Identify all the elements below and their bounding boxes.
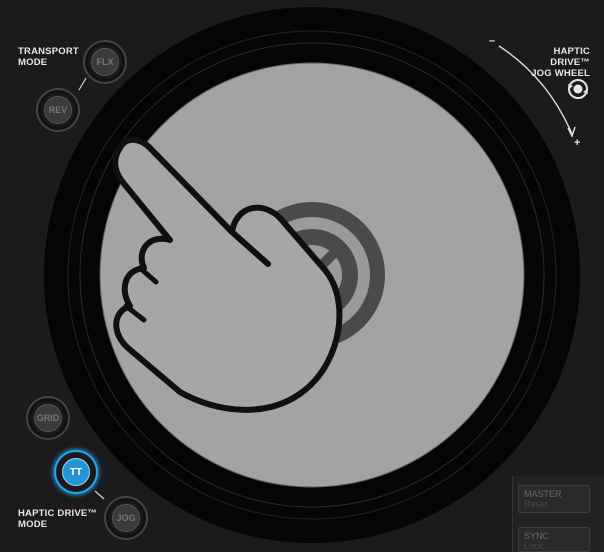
tt-label: TT (62, 458, 90, 486)
transport-label-line2: MODE (18, 57, 48, 68)
transport-label-line1: TRANSPORT (18, 46, 79, 57)
haptic-mode-label-line2: MODE (18, 519, 48, 530)
rev-label: REV (44, 96, 72, 124)
jog-wheel-label: HAPTIC DRIVE™ JOG WHEEL (524, 46, 590, 79)
jog-label: JOG (112, 504, 140, 532)
rev-button[interactable]: REV (36, 88, 80, 132)
master-sub-label: Reset (524, 499, 548, 509)
controller-panel: TRANSPORT MODE FLX REV GRID TT JOG HAPTI… (0, 0, 604, 552)
jog-minus-label: – (489, 35, 496, 47)
jog-plus-label: + (574, 137, 581, 149)
master-label: MASTER (524, 489, 562, 499)
flx-label: FLX (91, 48, 119, 76)
grid-button[interactable]: GRID (26, 396, 70, 440)
transport-mode-label: TRANSPORT MODE (18, 46, 79, 68)
tt-button[interactable]: TT (54, 450, 98, 494)
sync-label: SYNC (524, 531, 550, 541)
haptic-drive-mode-label: HAPTIC DRIVE™ MODE (18, 508, 97, 530)
jog-wheel-label-line2: JOG WHEEL (531, 68, 590, 79)
jog-button[interactable]: JOG (104, 496, 148, 540)
jog-wheel-label-line1: HAPTIC DRIVE™ (550, 46, 590, 68)
sync-sub-label: Lock (524, 541, 544, 551)
haptic-mode-label-line1: HAPTIC DRIVE™ (18, 508, 98, 519)
sync-button[interactable]: SYNC Lock (518, 527, 590, 552)
grid-label: GRID (34, 404, 62, 432)
master-button[interactable]: MASTER Reset (518, 485, 590, 513)
flx-button[interactable]: FLX (83, 40, 127, 84)
